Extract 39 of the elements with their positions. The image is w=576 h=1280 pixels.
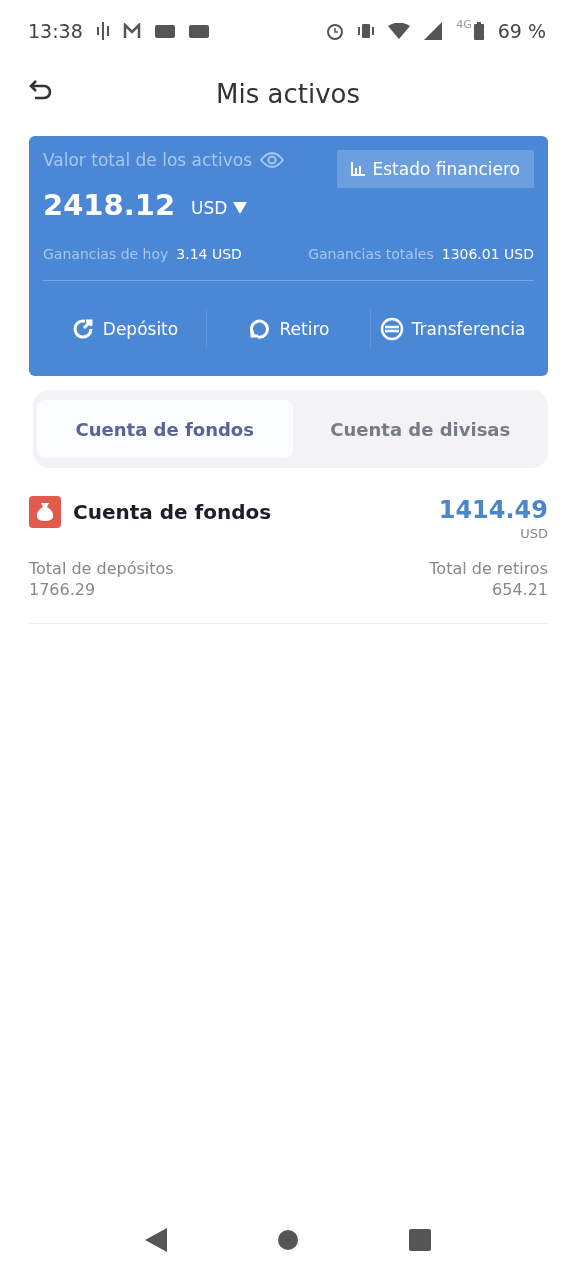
battery-icon [473,22,484,40]
vibrate-icon [358,24,375,38]
withdrawals-value: 654.21 [492,580,548,599]
back-nav-icon[interactable] [145,1228,167,1252]
account-balance: 1414.49 [438,496,548,524]
currency-selector[interactable]: USD [185,197,254,219]
wifi-icon [388,23,411,39]
caret-icon [233,202,248,214]
account-tab[interactable]: Cuenta de divisas [292,400,548,458]
today-earnings-value: 3.14 USD [176,246,242,262]
today-earnings-label: Ganancias de hoy [43,246,169,262]
withdrawals-label: Total de retiros [429,559,548,578]
total-amount: 2418.12 [43,188,176,222]
financial-statement-button[interactable]: Estado financiero [336,150,534,188]
total-earnings-value: 1306.01 USD [441,246,534,262]
home-nav-icon[interactable] [277,1229,299,1251]
deposits-value: 1766.29 [29,580,96,599]
total-label: Valor total de los activos [43,150,253,170]
action-button[interactable]: Retiro [206,308,370,349]
bar-chart-icon [350,162,365,176]
waveform-icon [96,22,109,40]
total-earnings-label: Ganancias totales [308,246,434,262]
balance-currency: USD [520,526,548,541]
mail-icon [122,23,141,39]
deposits-label: Total de depósitos [29,559,174,578]
network-label: 4G [456,18,472,31]
battery-percent: 69 % [497,20,546,42]
app-notification-icon [154,24,175,38]
action-button[interactable]: Transferencia [370,308,534,349]
app-notification-icon [188,24,209,38]
action-button[interactable]: Depósito [43,308,206,349]
account-tab[interactable]: Cuenta de fondos [37,400,293,458]
money-bag-icon [29,496,61,528]
signal-icon [424,22,443,40]
status-time: 13:38 [28,20,83,42]
alarm-icon [326,22,345,40]
account-name: Cuenta de fondos [73,500,272,524]
page-title: Mis activos [216,79,360,109]
transfer-icon [379,316,404,341]
